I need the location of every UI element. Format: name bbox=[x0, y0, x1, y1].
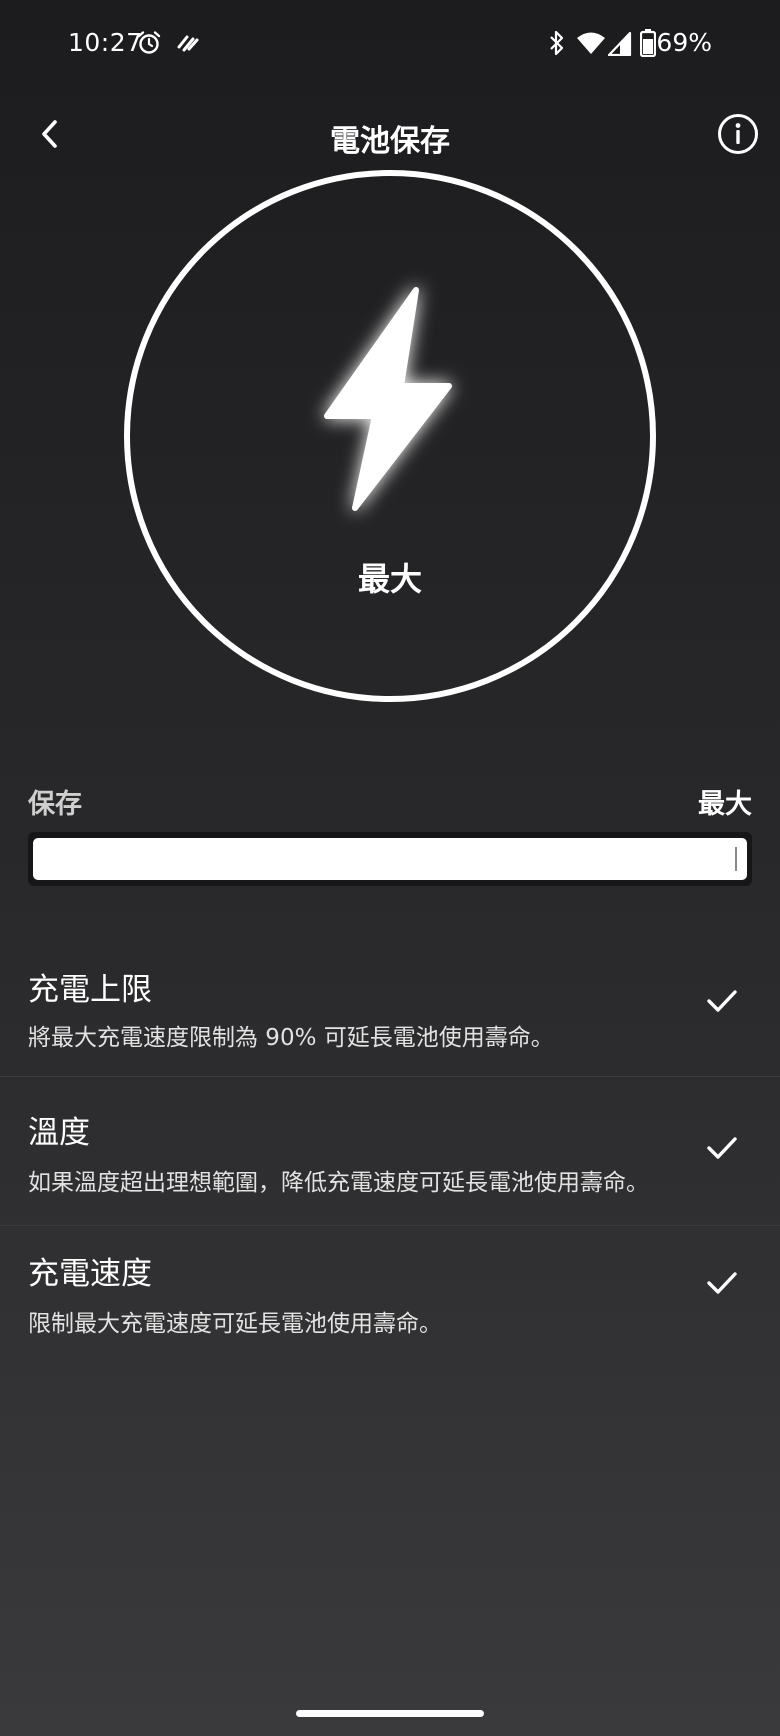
checkmark-icon bbox=[706, 1270, 738, 1300]
vpn-icon bbox=[176, 33, 200, 57]
feature-list: 充電上限 將最大充電速度限制為 90% 可延長電池使用壽命。 溫度 如果溫度超出… bbox=[0, 940, 780, 1366]
info-button[interactable] bbox=[714, 112, 762, 160]
feature-description: 將最大充電速度限制為 90% 可延長電池使用壽命。 bbox=[28, 1025, 554, 1051]
feature-title: 充電上限 bbox=[28, 972, 152, 1008]
feature-item-charging-speed[interactable]: 充電速度 限制最大充電速度可延長電池使用壽命。 bbox=[0, 1226, 780, 1366]
gesture-navigation-bar[interactable] bbox=[296, 1710, 484, 1717]
feature-description: 限制最大充電速度可延長電池使用壽命。 bbox=[28, 1311, 442, 1337]
feature-description: 如果溫度超出理想範圍，降低充電速度可延長電池使用壽命。 bbox=[28, 1170, 649, 1196]
feature-item-temperature[interactable]: 溫度 如果溫度超出理想範圍，降低充電速度可延長電池使用壽命。 bbox=[0, 1077, 780, 1225]
slider-max-label: 最大 bbox=[698, 789, 752, 820]
status-bar: 10:27 69% bbox=[0, 0, 780, 88]
alarm-icon bbox=[136, 30, 162, 60]
slider-min-label: 保存 bbox=[28, 789, 82, 820]
battery-percentage: 69% bbox=[656, 28, 712, 57]
feature-title: 溫度 bbox=[28, 1115, 90, 1151]
feature-item-charge-limit[interactable]: 充電上限 將最大充電速度限制為 90% 可延長電池使用壽命。 bbox=[0, 940, 780, 1076]
battery-saver-slider[interactable] bbox=[28, 832, 752, 886]
checkmark-icon bbox=[706, 988, 738, 1018]
page-title: 電池保存 bbox=[330, 124, 450, 159]
feature-title: 充電速度 bbox=[28, 1256, 152, 1292]
info-icon bbox=[717, 113, 759, 159]
slider-fill bbox=[33, 838, 747, 880]
battery-saver-dial: 最大 bbox=[124, 170, 656, 702]
slider-labels: 保存 最大 bbox=[28, 782, 752, 821]
slider-thumb[interactable] bbox=[735, 847, 737, 871]
bluetooth-icon bbox=[548, 29, 566, 61]
cellular-signal-icon bbox=[607, 31, 632, 60]
wifi-icon bbox=[576, 31, 606, 59]
battery-icon bbox=[639, 29, 657, 61]
dial-level-label: 最大 bbox=[357, 560, 422, 598]
checkmark-icon bbox=[706, 1135, 738, 1165]
status-time: 10:27 bbox=[68, 28, 143, 57]
lightning-bolt-icon bbox=[324, 286, 455, 520]
